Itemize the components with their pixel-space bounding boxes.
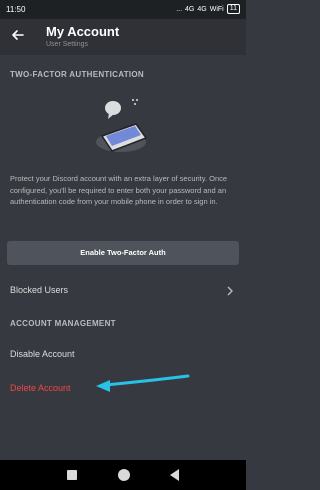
signal-icon-1: 4G	[185, 5, 195, 13]
blocked-users-label: Blocked Users	[10, 285, 69, 295]
phone-chat-illustration-icon	[96, 99, 148, 152]
two-factor-description: Protect your Discord account with an ext…	[10, 174, 228, 206]
annotation-arrow-icon	[96, 374, 190, 392]
disable-account-label: Disable Account	[10, 349, 75, 359]
home-icon[interactable]	[118, 469, 130, 481]
disable-account-row[interactable]: Disable Account	[0, 341, 246, 369]
android-nav-bar	[0, 460, 246, 490]
status-bar: 11:50 ... 4G 4G WiFi 11	[0, 0, 246, 19]
battery-icon: 11	[226, 4, 240, 14]
back-arrow-icon[interactable]	[10, 27, 26, 43]
page-subtitle: User Settings	[46, 41, 89, 48]
back-icon[interactable]	[170, 469, 179, 481]
delete-account-label: Delete Account	[10, 383, 71, 393]
page-title: My Account	[46, 24, 120, 39]
account-management-section-title: ACCOUNT MANAGEMENT	[10, 319, 116, 328]
chevron-right-icon	[227, 286, 233, 296]
app-header: My Account User Settings	[0, 19, 246, 55]
wifi-icon: WiFi	[209, 5, 224, 13]
signal-icon-2: 4G	[197, 5, 207, 13]
blocked-users-row[interactable]: Blocked Users	[0, 277, 246, 305]
recent-apps-icon[interactable]	[67, 470, 77, 480]
status-icons: ... 4G 4G WiFi 11	[176, 4, 240, 14]
enable-two-factor-button[interactable]: Enable Two-Factor Auth	[7, 241, 239, 265]
status-time: 11:50	[6, 5, 26, 14]
notification-dots: ...	[176, 5, 183, 13]
two-factor-section-title: TWO-FACTOR AUTHENTICATION	[10, 70, 145, 79]
